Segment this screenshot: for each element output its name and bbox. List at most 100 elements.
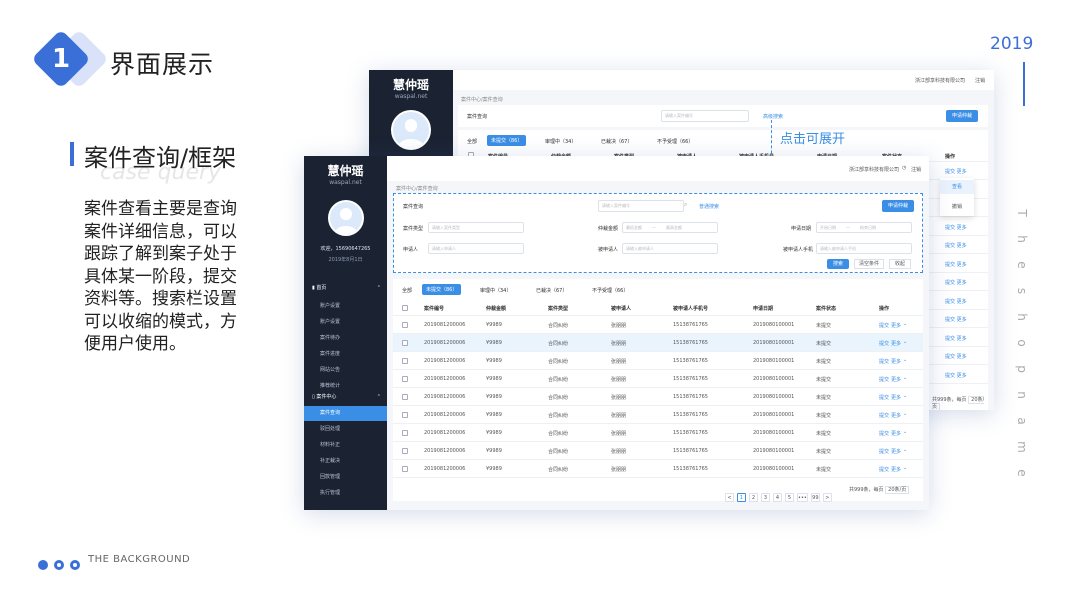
logout-link[interactable]: 注销 xyxy=(975,77,985,84)
page-button[interactable]: ••• xyxy=(797,493,808,502)
amount-to[interactable]: 最高金额 xyxy=(666,225,682,230)
page-button[interactable]: < xyxy=(725,493,734,502)
chevron-down-icon[interactable]: ⌄ xyxy=(903,429,907,435)
applicant-input[interactable]: 请输入申请人 xyxy=(428,243,524,254)
table-row[interactable]: 2019081200006 ¥9989 合同纠纷 张朋朋 15138761765 2019… xyxy=(393,406,923,424)
submit-link[interactable]: 提交 xyxy=(879,448,889,455)
date-to[interactable]: 结束日期 xyxy=(860,225,876,230)
back-row-actions[interactable]: 提交 更多 xyxy=(945,168,967,175)
nav-home[interactable]: ▮ 首页 ⌃ xyxy=(304,282,387,295)
tab-all[interactable]: 全部 xyxy=(467,138,477,145)
chevron-down-icon[interactable]: ⌄ xyxy=(903,465,907,471)
chevron-down-icon[interactable]: ⌄ xyxy=(903,339,907,345)
table-row[interactable]: 2019081200006 ¥9989 合同纠纷 张朋朋 15138761765 2019… xyxy=(393,370,923,388)
tab-ruled[interactable]: 已裁决（67） xyxy=(601,138,632,145)
search-icon[interactable]: ⌕ xyxy=(684,201,687,209)
row-checkbox[interactable] xyxy=(402,340,408,346)
row-checkbox[interactable] xyxy=(402,466,408,472)
submit-link[interactable]: 提交 xyxy=(879,466,889,473)
page-button[interactable]: 1 xyxy=(737,493,746,502)
more-link[interactable]: 更多 xyxy=(891,376,901,383)
dropdown-view[interactable]: 查看 xyxy=(940,180,974,194)
more-link[interactable]: 更多 xyxy=(891,466,901,473)
sidebar-item[interactable]: 账户设置 xyxy=(304,315,387,329)
tab-all[interactable]: 全部 xyxy=(402,287,412,294)
sidebar-item[interactable]: 材料补正 xyxy=(304,438,387,453)
sidebar-item[interactable]: 补正裁决 xyxy=(304,454,387,469)
date-range-input[interactable]: 开始日期 — 结束日期 xyxy=(816,222,912,233)
back-row-actions[interactable]: 提交 更多 xyxy=(945,316,967,323)
table-row[interactable]: 2019081200006 ¥9989 合同纠纷 张朋朋 15138761765 2019… xyxy=(393,460,923,478)
page-size-select[interactable]: 20条/页 xyxy=(885,486,910,494)
chevron-down-icon[interactable]: ⌄ xyxy=(903,447,907,453)
table-row[interactable]: 2019081200006 ¥9989 合同纠纷 张朋朋 15138761765 2019… xyxy=(393,442,923,460)
row-checkbox[interactable] xyxy=(402,376,408,382)
respondent-phone-input[interactable]: 请输入被申请人手机 xyxy=(816,243,912,254)
table-row[interactable]: 2019081200006 ¥9989 合同纠纷 张朋朋 15138761765 2019… xyxy=(393,334,923,352)
logout-link[interactable]: 注销 xyxy=(911,166,921,173)
row-checkbox[interactable] xyxy=(402,448,408,454)
apply-button[interactable]: 申请仲裁 xyxy=(946,110,978,122)
submit-link[interactable]: 提交 xyxy=(879,340,889,347)
more-link[interactable]: 更多 xyxy=(891,412,901,419)
page-button[interactable]: 99 xyxy=(810,493,820,502)
more-link[interactable]: 更多 xyxy=(891,448,901,455)
sidebar-item[interactable]: 网站公告 xyxy=(304,363,387,377)
amount-from[interactable]: 最低金额 xyxy=(626,225,642,230)
more-link[interactable]: 更多 xyxy=(891,322,901,329)
submit-link[interactable]: 提交 xyxy=(879,412,889,419)
advanced-search-link[interactable]: 高级搜索 xyxy=(763,113,783,120)
date-from[interactable]: 开始日期 xyxy=(820,225,836,230)
page-button[interactable]: 4 xyxy=(773,493,782,502)
back-row-actions[interactable]: 提交 更多 xyxy=(945,279,967,286)
tab-unsubmitted[interactable]: 未提交（86） xyxy=(422,284,462,295)
sidebar-item[interactable]: 账户设置 xyxy=(304,299,387,313)
chevron-down-icon[interactable]: ⌄ xyxy=(903,393,907,399)
chevron-down-icon[interactable]: ⌄ xyxy=(903,411,907,417)
search-button[interactable]: 搜索 xyxy=(827,259,849,269)
sidebar-item[interactable]: 执行管理 xyxy=(304,486,387,501)
tab-unsubmitted[interactable]: 未提交（86） xyxy=(487,135,527,146)
sidebar-item[interactable]: 回款管理 xyxy=(304,470,387,485)
back-row-actions[interactable]: 提交 更多 xyxy=(945,261,967,268)
back-row-actions[interactable]: 提交 更多 xyxy=(945,224,967,231)
more-link[interactable]: 更多 xyxy=(891,394,901,401)
submit-link[interactable]: 提交 xyxy=(879,394,889,401)
nav-case-center[interactable]: ▯ 案件中心 ⌃ xyxy=(304,391,387,404)
table-row[interactable]: 2019081200006 ¥9989 合同纠纷 张朋朋 15138761765 2019… xyxy=(393,352,923,370)
tab-rejected[interactable]: 不予受理（66） xyxy=(592,287,628,294)
case-type-input[interactable]: 请输入案件类型 xyxy=(428,222,524,233)
back-row-actions[interactable]: 提交 更多 xyxy=(945,298,967,305)
collapse-button[interactable]: 收起 xyxy=(889,259,911,269)
submit-link[interactable]: 提交 xyxy=(879,376,889,383)
page-button[interactable]: 3 xyxy=(761,493,770,502)
clear-button[interactable]: 清空条件 xyxy=(854,259,884,269)
search-input[interactable]: 请输入案件编号 xyxy=(598,200,684,212)
chevron-down-icon[interactable]: ⌄ xyxy=(903,357,907,363)
row-checkbox[interactable] xyxy=(402,412,408,418)
sidebar-item[interactable]: 案件查询 xyxy=(304,406,387,421)
amount-range-input[interactable]: 最低金额 — 最高金额 xyxy=(622,222,718,233)
normal-search-link[interactable]: 普通搜索 xyxy=(699,203,719,210)
tab-rejected[interactable]: 不予受理（66） xyxy=(657,138,693,145)
more-link[interactable]: 更多 xyxy=(891,430,901,437)
back-row-actions[interactable]: 提交 更多 xyxy=(945,372,967,379)
row-checkbox[interactable] xyxy=(402,394,408,400)
tab-reviewing[interactable]: 审理中（34） xyxy=(545,138,576,145)
sidebar-item[interactable]: 案件进度 xyxy=(304,347,387,361)
tab-ruled[interactable]: 已裁决（67） xyxy=(536,287,567,294)
page-button[interactable]: 5 xyxy=(785,493,794,502)
select-all-checkbox[interactable] xyxy=(402,305,408,311)
more-link[interactable]: 更多 xyxy=(891,340,901,347)
row-checkbox[interactable] xyxy=(402,322,408,328)
submit-link[interactable]: 提交 xyxy=(879,430,889,437)
sidebar-item[interactable]: 驳回处理 xyxy=(304,422,387,437)
apply-button[interactable]: 申请仲裁 xyxy=(882,200,914,212)
back-row-actions[interactable]: 提交 更多 xyxy=(945,242,967,249)
chevron-down-icon[interactable]: ⌄ xyxy=(903,375,907,381)
more-link[interactable]: 更多 xyxy=(891,358,901,365)
submit-link[interactable]: 提交 xyxy=(879,358,889,365)
table-row[interactable]: 2019081200006 ¥9989 合同纠纷 张朋朋 15138761765 2019… xyxy=(393,388,923,406)
table-row[interactable]: 2019081200006 ¥9989 合同纠纷 张朋朋 15138761765 2019… xyxy=(393,316,923,334)
back-row-actions[interactable]: 提交 更多 xyxy=(945,335,967,342)
